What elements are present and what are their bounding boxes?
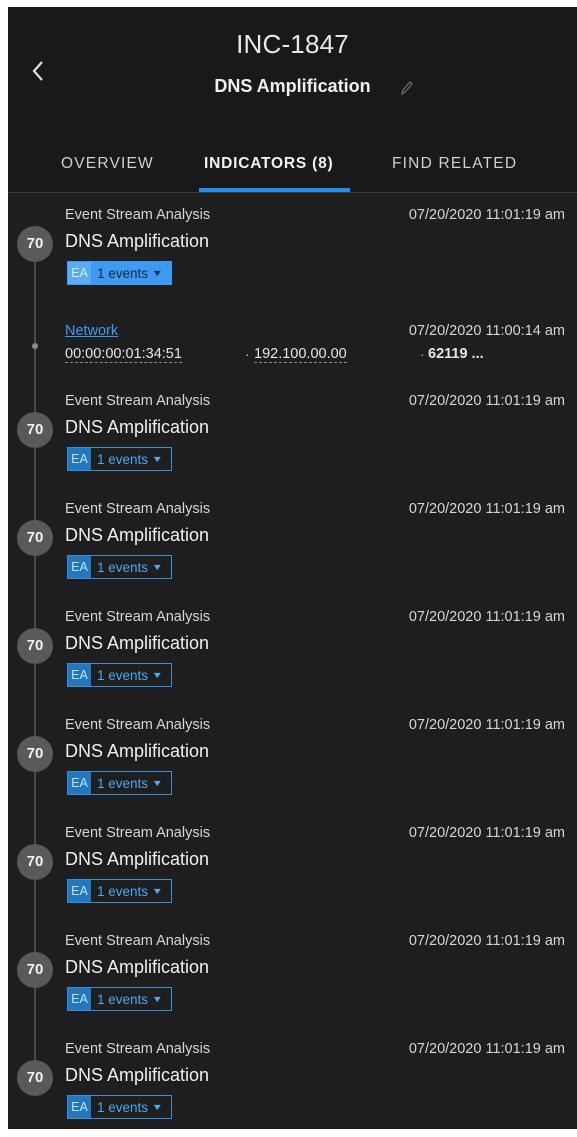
events-toggle-button[interactable]: EA 1 events ▼ — [67, 1095, 172, 1119]
tab-overview[interactable]: OVERVIEW — [61, 155, 154, 173]
source-tag: EA — [68, 1096, 91, 1118]
chevron-down-icon: ▼ — [151, 994, 164, 1004]
chevron-down-icon: ▼ — [151, 1102, 164, 1112]
events-count: 1 events — [97, 883, 149, 899]
indicator-source: Event Stream Analysis — [65, 393, 211, 409]
incident-panel: INC-1847 DNS Amplification OVERVIEW INDI… — [8, 7, 577, 1129]
risk-score-badge: 70 — [17, 844, 53, 880]
timeline-dot — [32, 343, 38, 349]
source-tag: EA — [68, 664, 91, 686]
events-count: 1 events — [97, 265, 149, 281]
indicator-timestamp: 07/20/2020 11:01:19 am — [408, 825, 565, 841]
indicators-timeline: 70 Event Stream Analysis 07/20/2020 11:0… — [8, 194, 577, 1129]
indicator-name: DNS Amplification — [65, 525, 210, 545]
separator-dot: · — [420, 346, 425, 362]
chevron-down-icon: ▼ — [151, 670, 164, 680]
indicator-item[interactable]: 70 Event Stream Analysis 07/20/2020 11:0… — [8, 194, 577, 302]
indicator-item[interactable]: 70 Event Stream Analysis 07/20/2020 11:0… — [8, 380, 577, 488]
header-divider — [8, 192, 577, 193]
tab-find-related[interactable]: FIND RELATED — [392, 155, 517, 173]
chevron-down-icon: ▼ — [151, 268, 164, 278]
network-link[interactable]: Network — [65, 323, 118, 339]
risk-score-badge: 70 — [17, 520, 53, 556]
network-timestamp: 07/20/2020 11:00:14 am — [408, 323, 565, 339]
events-toggle-button[interactable]: EA 1 events ▼ — [67, 879, 172, 903]
indicator-item[interactable]: 70 Event Stream Analysis 07/20/2020 11:0… — [8, 920, 577, 1028]
indicator-name: DNS Amplification — [65, 417, 210, 437]
events-count: 1 events — [97, 559, 149, 575]
chevron-down-icon: ▼ — [151, 778, 164, 788]
indicator-source: Event Stream Analysis — [65, 501, 211, 517]
incident-header: INC-1847 DNS Amplification OVERVIEW INDI… — [8, 7, 577, 194]
incident-id: INC-1847 — [236, 29, 349, 59]
pencil-icon — [400, 81, 413, 96]
events-toggle-button[interactable]: EA 1 events ▼ — [67, 987, 172, 1011]
risk-score-badge: 70 — [17, 412, 53, 448]
indicator-timestamp: 07/20/2020 11:01:19 am — [408, 1041, 565, 1057]
indicator-name: DNS Amplification — [65, 633, 210, 653]
chevron-down-icon: ▼ — [151, 886, 164, 896]
events-toggle-button[interactable]: EA 1 events ▼ — [67, 771, 172, 795]
indicator-source: Event Stream Analysis — [65, 1041, 211, 1057]
events-count: 1 events — [97, 1099, 149, 1115]
events-toggle-button[interactable]: EA 1 events ▼ — [67, 261, 172, 285]
indicator-name: DNS Amplification — [65, 231, 210, 251]
indicator-timestamp: 07/20/2020 11:01:19 am — [408, 207, 565, 223]
ip-address-value[interactable]: 192.100.00.00 — [254, 346, 347, 363]
port-value[interactable]: 62119 ... — [428, 346, 484, 362]
source-tag: EA — [68, 448, 91, 470]
indicator-name: DNS Amplification — [65, 957, 210, 977]
indicator-source: Event Stream Analysis — [65, 609, 211, 625]
risk-score-badge: 70 — [17, 628, 53, 664]
indicator-item[interactable]: 70 Event Stream Analysis 07/20/2020 11:0… — [8, 1028, 577, 1136]
events-count: 1 events — [97, 775, 149, 791]
indicator-timestamp: 07/20/2020 11:01:19 am — [408, 717, 565, 733]
indicator-item[interactable]: 70 Event Stream Analysis 07/20/2020 11:0… — [8, 812, 577, 920]
indicator-name: DNS Amplification — [65, 741, 210, 761]
indicator-timestamp: 07/20/2020 11:01:19 am — [408, 609, 565, 625]
tab-indicators[interactable]: INDICATORS (8) — [204, 155, 333, 173]
separator-dot: · — [245, 346, 250, 362]
indicator-item[interactable]: 70 Event Stream Analysis 07/20/2020 11:0… — [8, 596, 577, 704]
events-count: 1 events — [97, 667, 149, 683]
source-tag: EA — [68, 556, 91, 578]
indicator-source: Event Stream Analysis — [65, 207, 211, 223]
source-tag: EA — [68, 880, 91, 902]
source-tag: EA — [68, 772, 91, 794]
edit-title-button[interactable] — [399, 79, 415, 97]
indicator-item[interactable]: 70 Event Stream Analysis 07/20/2020 11:0… — [8, 704, 577, 812]
indicator-timestamp: 07/20/2020 11:01:19 am — [408, 933, 565, 949]
indicator-source: Event Stream Analysis — [65, 933, 211, 949]
chevron-down-icon: ▼ — [151, 562, 164, 572]
incident-title: DNS Amplification — [214, 76, 371, 96]
source-tag: EA — [68, 988, 91, 1010]
indicator-name: DNS Amplification — [65, 1065, 210, 1085]
events-count: 1 events — [97, 451, 149, 467]
indicator-item[interactable]: 70 Event Stream Analysis 07/20/2020 11:0… — [8, 488, 577, 596]
risk-score-badge: 70 — [17, 226, 53, 262]
events-toggle-button[interactable]: EA 1 events ▼ — [67, 447, 172, 471]
indicator-name: DNS Amplification — [65, 849, 210, 869]
risk-score-badge: 70 — [17, 952, 53, 988]
events-count: 1 events — [97, 991, 149, 1007]
risk-score-badge: 70 — [17, 736, 53, 772]
indicator-timestamp: 07/20/2020 11:01:19 am — [408, 501, 565, 517]
tab-bar: OVERVIEW INDICATORS (8) FIND RELATED — [8, 147, 577, 194]
events-toggle-button[interactable]: EA 1 events ▼ — [67, 555, 172, 579]
risk-score-badge: 70 — [17, 1060, 53, 1096]
events-toggle-button[interactable]: EA 1 events ▼ — [67, 663, 172, 687]
chevron-down-icon: ▼ — [151, 454, 164, 464]
mac-address-value[interactable]: 00:00:00:01:34:51 — [65, 346, 182, 363]
source-tag: EA — [68, 262, 91, 284]
indicator-timestamp: 07/20/2020 11:01:19 am — [408, 393, 565, 409]
indicator-source: Event Stream Analysis — [65, 717, 211, 733]
network-event: Network 07/20/2020 11:00:14 am 00:00:00:… — [8, 302, 577, 380]
indicator-source: Event Stream Analysis — [65, 825, 211, 841]
